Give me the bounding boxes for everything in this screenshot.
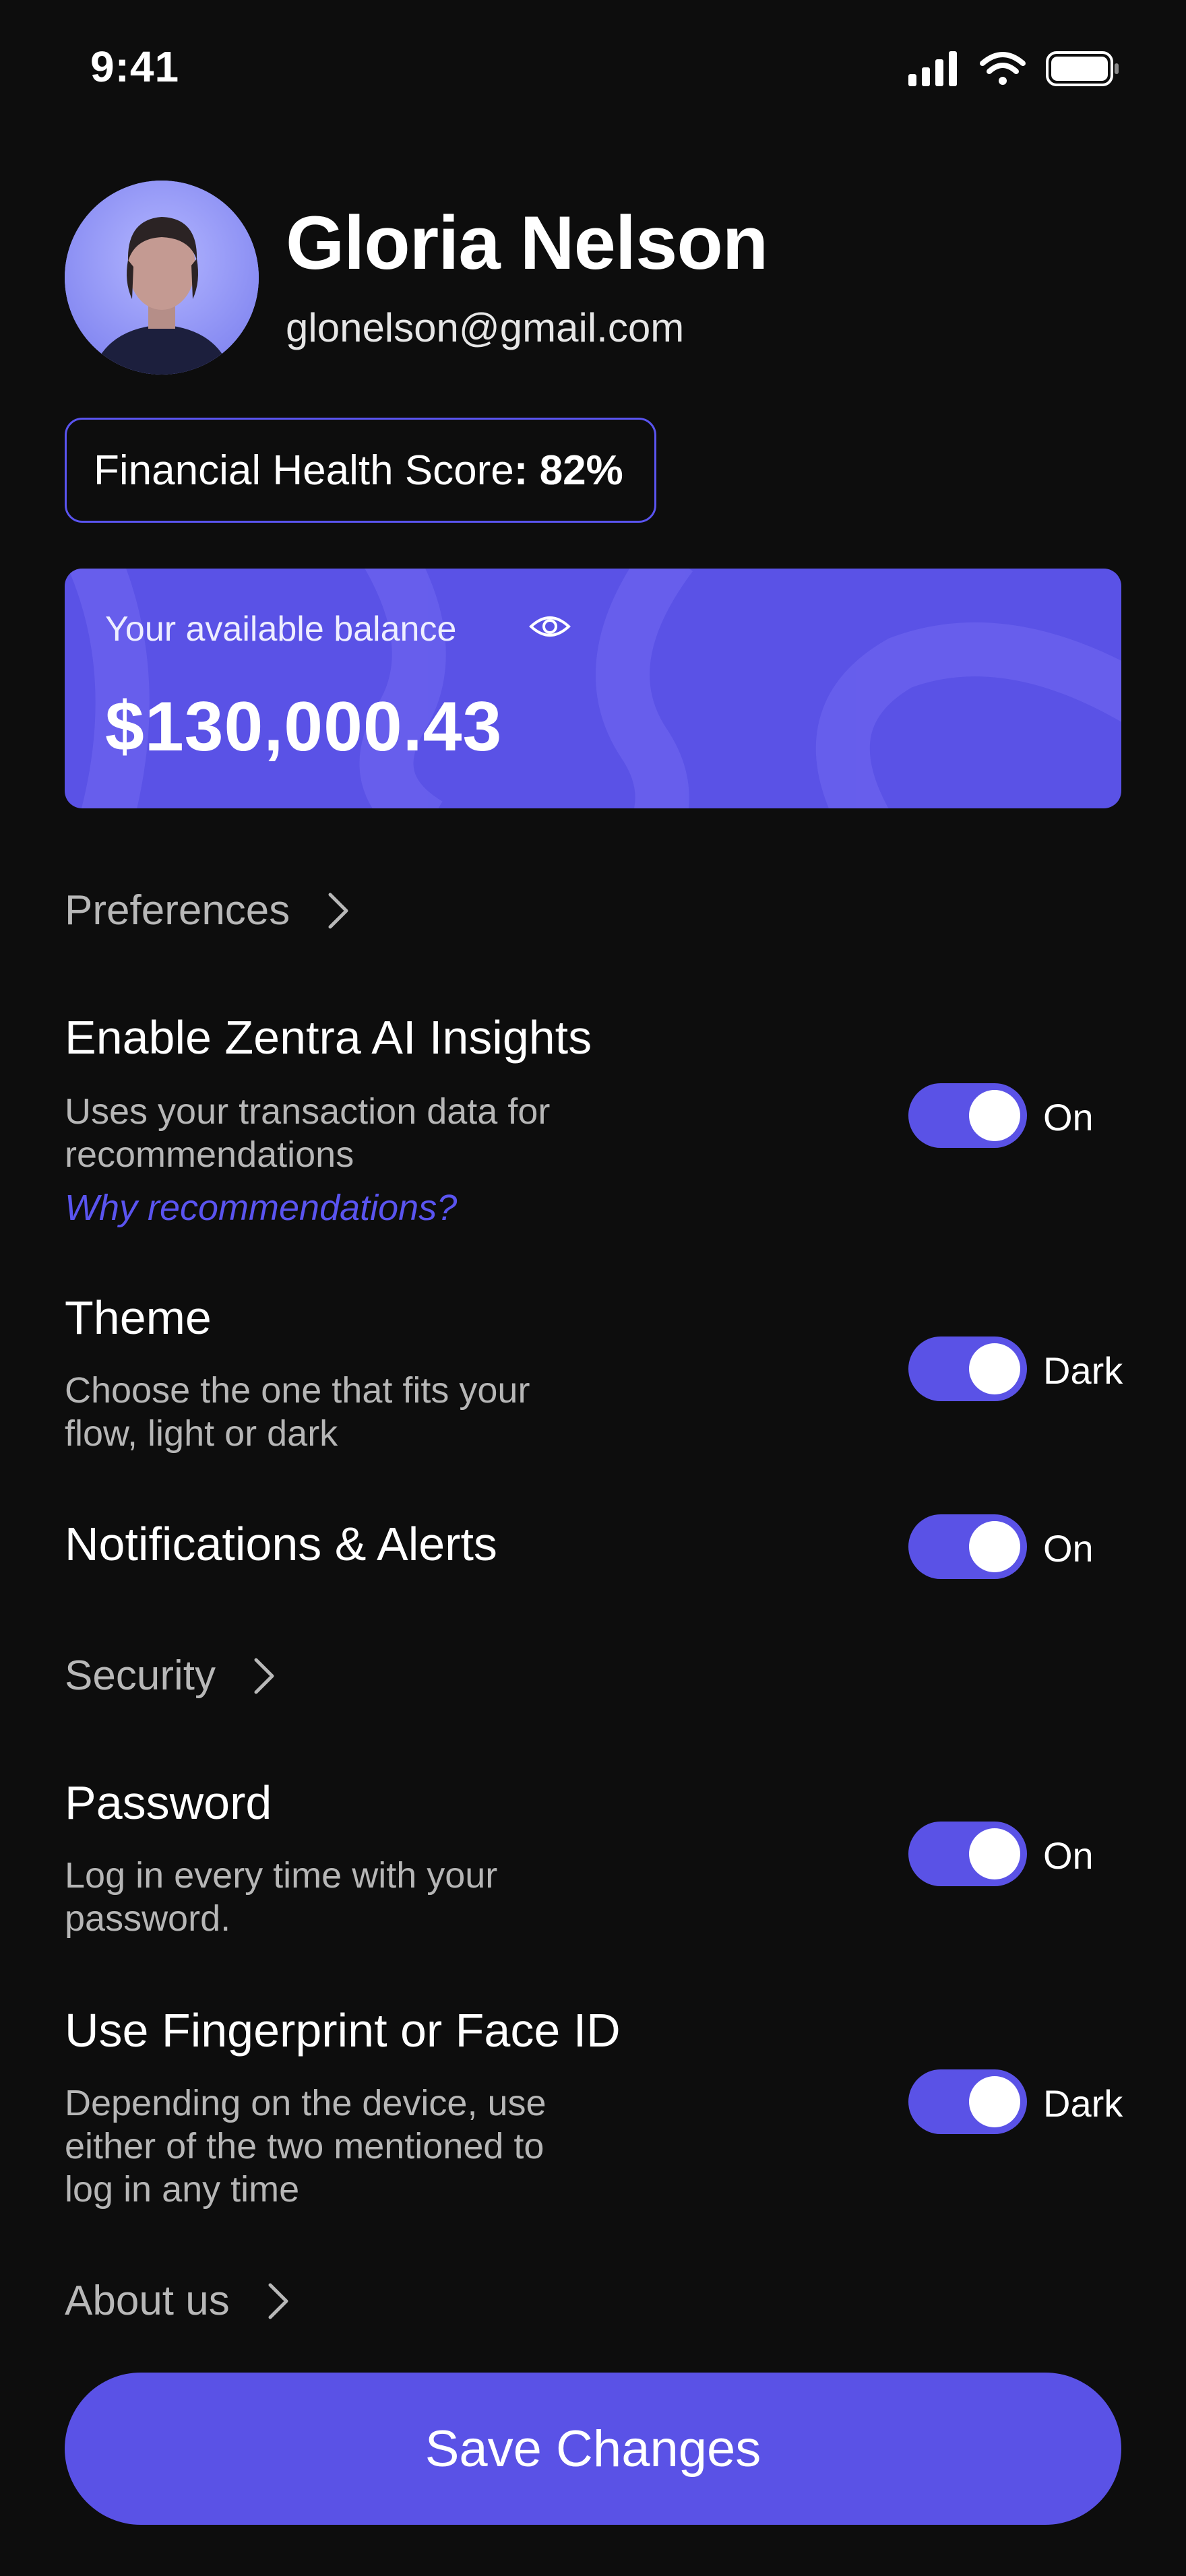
toggle-knob	[969, 1521, 1020, 1572]
theme-description: Choose the one that fits your flow, ligh…	[65, 1369, 530, 1455]
balance-label: Your available balance	[105, 610, 457, 649]
preferences-section-header[interactable]: Preferences	[65, 887, 352, 934]
ai-insights-desc-line2: recommendations	[65, 1134, 354, 1175]
notifications-state: On	[1043, 1527, 1094, 1570]
save-changes-button[interactable]: Save Changes	[65, 2373, 1121, 2525]
about-label: About us	[65, 2278, 230, 2324]
ai-insights-desc-line1: Uses your transaction data for	[65, 1091, 551, 1132]
chevron-right-icon	[268, 2283, 288, 2319]
password-state: On	[1043, 1834, 1094, 1877]
biometric-desc-line1: Depending on the device, use	[65, 2083, 547, 2123]
ai-insights-state: On	[1043, 1096, 1094, 1138]
theme-toggle[interactable]	[908, 1337, 1027, 1401]
about-section-header[interactable]: About us	[65, 2277, 292, 2325]
why-recommendations-link[interactable]: Why recommendations?	[65, 1187, 457, 1229]
balance-amount: $130,000.43	[105, 688, 503, 766]
biometric-state: Dark	[1043, 2082, 1123, 2125]
avatar[interactable]	[65, 181, 259, 375]
financial-health-score: Financial Health Score: 82%	[65, 418, 656, 523]
avatar-portrait	[65, 181, 259, 375]
balance-card: Your available balance $130,000.43	[65, 569, 1121, 808]
biometric-title: Use Fingerprint or Face ID	[65, 2004, 621, 2057]
password-description: Log in every time with your password.	[65, 1854, 497, 1940]
eye-icon[interactable]	[528, 610, 571, 643]
profile-email: glonelson@gmail.com	[286, 305, 685, 350]
toggle-knob	[969, 2076, 1020, 2127]
password-title: Password	[65, 1776, 272, 1829]
status-icons	[908, 51, 1119, 86]
biometric-toggle[interactable]	[908, 2069, 1027, 2134]
theme-state: Dark	[1043, 1349, 1123, 1392]
password-desc-line1: Log in every time with your	[65, 1855, 498, 1896]
ai-insights-toggle[interactable]	[908, 1083, 1027, 1148]
theme-desc-line2: flow, light or dark	[65, 1413, 338, 1454]
security-section-header[interactable]: Security	[65, 1652, 278, 1700]
biometric-description: Depending on the device, use either of t…	[65, 2082, 547, 2211]
toggle-knob	[969, 1828, 1020, 1879]
chevron-right-icon	[328, 893, 348, 928]
notifications-toggle[interactable]	[908, 1514, 1027, 1579]
security-label: Security	[65, 1652, 216, 1699]
theme-title: Theme	[65, 1291, 212, 1344]
toggle-knob	[969, 1090, 1020, 1141]
ai-insights-title: Enable Zentra AI Insights	[65, 1011, 592, 1064]
wifi-icon	[980, 52, 1026, 85]
ai-insights-description: Uses your transaction data for recommend…	[65, 1090, 550, 1176]
toggle-knob	[969, 1343, 1020, 1394]
biometric-desc-line2: either of the two mentioned to	[65, 2126, 544, 2166]
status-time: 9:41	[90, 42, 180, 91]
score-label: Financial Health Score	[94, 447, 514, 494]
biometric-desc-line3: log in any time	[65, 2169, 300, 2210]
score-value: 82%	[539, 447, 623, 494]
profile-name: Gloria Nelson	[286, 201, 768, 285]
chevron-right-icon	[254, 1658, 274, 1694]
password-desc-line2: password.	[65, 1898, 231, 1939]
notifications-title: Notifications & Alerts	[65, 1518, 497, 1570]
battery-icon	[1046, 51, 1119, 86]
theme-desc-line1: Choose the one that fits your	[65, 1370, 530, 1411]
preferences-label: Preferences	[65, 887, 290, 934]
password-toggle[interactable]	[908, 1822, 1027, 1886]
cellular-signal-icon	[908, 51, 957, 86]
